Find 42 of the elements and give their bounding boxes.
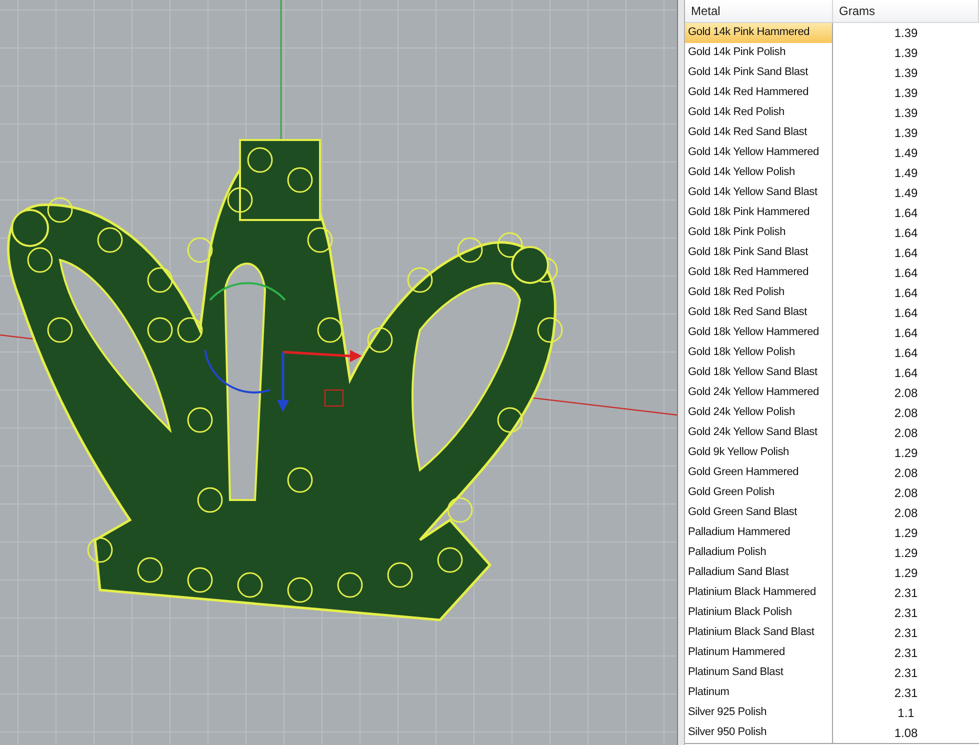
metal-cell[interactable]: Gold 18k Red Sand Blast — [685, 303, 833, 324]
metal-cell[interactable]: Silver 925 Polish — [685, 703, 833, 724]
metal-cell[interactable]: Gold Green Polish — [685, 483, 833, 504]
column-header[interactable]: Metal — [685, 0, 833, 22]
metal-cell[interactable]: Gold 18k Yellow Hammered — [685, 323, 833, 344]
metal-cell[interactable]: Palladium Hammered — [685, 523, 833, 544]
metal-cell[interactable]: Platinum Hammered — [685, 643, 833, 664]
metal-cell[interactable]: Gold 24k Yellow Sand Blast — [685, 423, 833, 444]
metal-cell[interactable]: Gold 24k Yellow Polish — [685, 403, 833, 424]
metal-cell[interactable]: Platinum Sand Blast — [685, 663, 833, 684]
metal-cell[interactable]: Gold Green Hammered — [685, 463, 833, 484]
gizmo-drawing[interactable] — [204, 282, 362, 412]
metal-cell[interactable]: Gold 14k Yellow Sand Blast — [685, 183, 833, 204]
metal-cell[interactable]: Gold 14k Yellow Hammered — [685, 143, 833, 164]
metal-cell[interactable]: Palladium Polish — [685, 543, 833, 564]
metal-cell[interactable]: Gold 18k Yellow Sand Blast — [685, 363, 833, 384]
metal-cell[interactable]: Silver 950 Polish — [685, 723, 833, 744]
metal-cell[interactable]: Gold 14k Red Hammered — [685, 83, 833, 104]
metal-cell[interactable]: Gold 14k Yellow Polish — [685, 163, 833, 184]
metal-cell[interactable]: Gold 14k Pink Hammered — [685, 23, 833, 44]
metal-cell[interactable]: Gold 14k Red Sand Blast — [685, 123, 833, 144]
metal-cell[interactable]: Gold 14k Pink Sand Blast — [685, 63, 833, 84]
3d-viewport[interactable] — [0, 0, 677, 745]
metal-cell[interactable]: Gold 14k Red Polish — [685, 103, 833, 124]
metal-cell[interactable]: Platinium Black Polish — [685, 603, 833, 624]
metal-cell[interactable]: Gold 24k Yellow Hammered — [685, 383, 833, 404]
metal-cell[interactable]: Platinum — [685, 683, 833, 704]
column-header[interactable]: Grams — [833, 0, 979, 22]
metal-cell[interactable]: Platinium Black Hammered — [685, 583, 833, 604]
metal-cell[interactable]: Gold 18k Pink Hammered — [685, 203, 833, 224]
grams-cell: 1.08 — [833, 723, 979, 744]
metal-cell[interactable]: Gold 18k Red Polish — [685, 283, 833, 304]
metal-cell[interactable]: Gold 18k Pink Polish — [685, 223, 833, 244]
metal-cell[interactable]: Gold 9k Yellow Polish — [685, 443, 833, 464]
metal-cell[interactable]: Platinium Black Sand Blast — [685, 623, 833, 644]
metal-cell[interactable]: Gold 14k Pink Polish — [685, 43, 833, 64]
metal-cell[interactable]: Gold Green Sand Blast — [685, 503, 833, 524]
panel-splitter[interactable] — [677, 0, 685, 745]
metal-cell[interactable]: Gold 18k Yellow Polish — [685, 343, 833, 364]
metal-cell[interactable]: Palladium Sand Blast — [685, 563, 833, 584]
metal-cell[interactable]: Gold 18k Pink Sand Blast — [685, 243, 833, 264]
metal-cell[interactable]: Gold 18k Red Hammered — [685, 263, 833, 284]
